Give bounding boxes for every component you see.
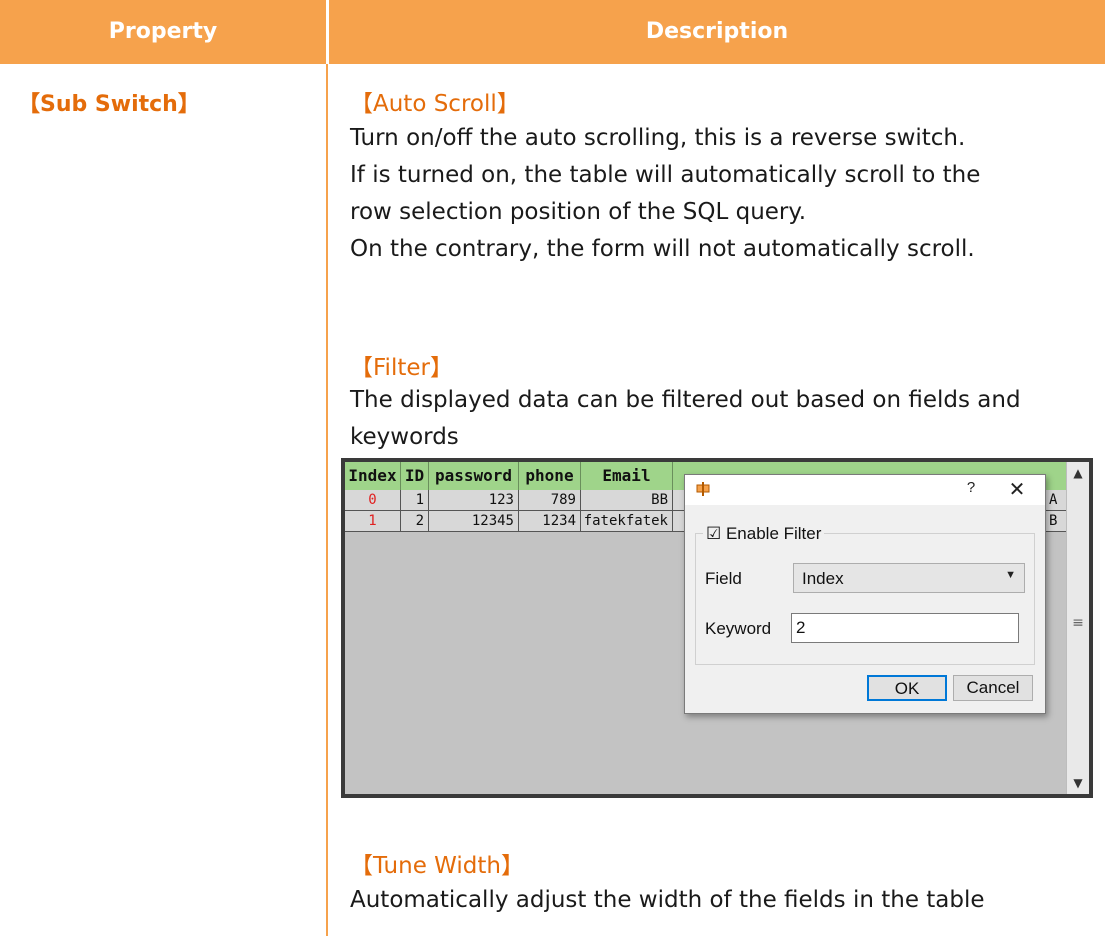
- filter-dialog: ? ✕ ☑ Enable Filter Field Index ▼ Keywor…: [684, 474, 1046, 714]
- description-header: Description: [645, 19, 789, 44]
- auto-scroll-line: If is turned on, the table will automati…: [350, 162, 981, 188]
- auto-scroll-line: On the contrary, the form will not autom…: [350, 236, 975, 262]
- tune-width-line: Automatically adjust the width of the fi…: [350, 887, 985, 913]
- auto-scroll-text: Turn on/off the auto scrolling, this is …: [350, 120, 1090, 268]
- cancel-button[interactable]: Cancel: [953, 675, 1033, 701]
- scroll-up-icon[interactable]: ▲: [1067, 462, 1089, 484]
- tune-width-text: Automatically adjust the width of the fi…: [350, 882, 1090, 919]
- grid-cell: 1234: [519, 511, 581, 531]
- table-header: Property Description: [0, 0, 1105, 64]
- grid-cell: 0: [345, 490, 401, 510]
- chevron-down-icon: ▼: [1005, 569, 1016, 581]
- auto-scroll-line: row selection position of the SQL query.: [350, 199, 807, 225]
- grid-cell: 1: [345, 511, 401, 531]
- tune-width-title: 【Tune Width】: [350, 853, 524, 879]
- grid-cell: 123: [429, 490, 519, 510]
- grid-column-header[interactable]: ID: [401, 462, 429, 490]
- keyword-input[interactable]: 2: [791, 613, 1019, 643]
- close-icon[interactable]: ✕: [1005, 477, 1029, 502]
- field-select[interactable]: Index ▼: [793, 563, 1025, 593]
- field-select-value: Index: [802, 569, 844, 588]
- grid-column-header[interactable]: password: [429, 462, 519, 490]
- enable-filter-checkbox[interactable]: ☑ Enable Filter: [703, 524, 825, 544]
- ok-button[interactable]: OK: [867, 675, 947, 701]
- column-divider: [326, 64, 328, 936]
- auto-scroll-title: 【Auto Scroll】: [350, 91, 520, 117]
- field-label: Field: [705, 569, 742, 588]
- grid-cell: 789: [519, 490, 581, 510]
- keyword-input-value: 2: [796, 618, 806, 637]
- property-header: Property: [108, 19, 218, 44]
- property-name: 【Sub Switch】: [18, 92, 200, 117]
- app-icon: [696, 482, 710, 496]
- grid-cell: BB: [581, 490, 673, 510]
- auto-scroll-line: Turn on/off the auto scrolling, this is …: [350, 125, 966, 151]
- vertical-scrollbar[interactable]: ▲ ≡ ▼: [1066, 462, 1089, 794]
- filter-line: keywords: [350, 424, 459, 450]
- keyword-label: Keyword: [705, 619, 772, 638]
- grid-cell: fatekfatek: [581, 511, 673, 531]
- scroll-grip-icon[interactable]: ≡: [1067, 612, 1089, 634]
- grid-cell: 12345: [429, 511, 519, 531]
- filter-group: [695, 533, 1035, 665]
- dialog-titlebar: ? ✕: [685, 475, 1045, 505]
- grid-column-header[interactable]: Email: [581, 462, 673, 490]
- grid-cell: 2: [401, 511, 429, 531]
- filter-line: The displayed data can be filtered out b…: [350, 387, 1021, 413]
- grid-column-header[interactable]: phone: [519, 462, 581, 490]
- filter-text: The displayed data can be filtered out b…: [350, 382, 1090, 456]
- scroll-down-icon[interactable]: ▼: [1067, 772, 1089, 794]
- grid-column-header[interactable]: Index: [345, 462, 401, 490]
- help-icon[interactable]: ?: [961, 479, 981, 496]
- grid-cell: 1: [401, 490, 429, 510]
- filter-title: 【Filter】: [350, 355, 453, 381]
